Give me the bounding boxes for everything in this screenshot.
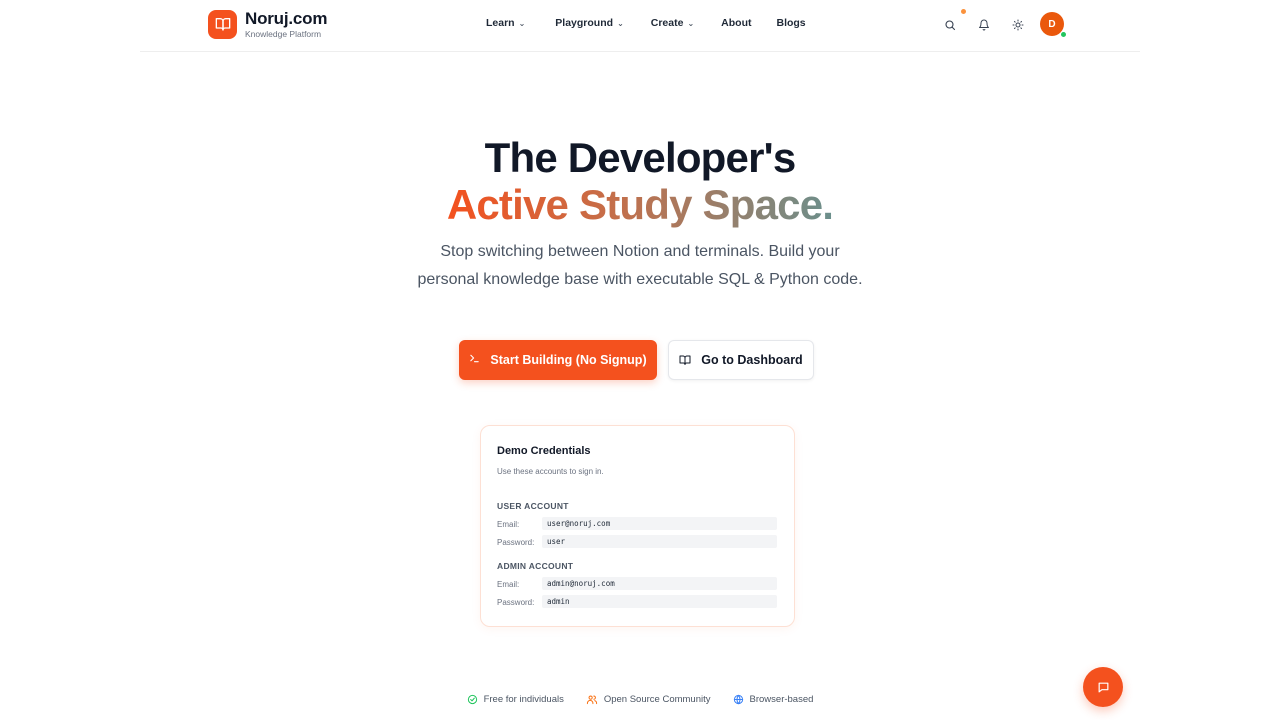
hero-title-line1: The Developer's: [484, 134, 797, 181]
feature-label: Browser-based: [749, 694, 814, 705]
online-status-indicator: [1060, 31, 1067, 38]
nav-item-label: Learn: [486, 17, 515, 29]
user-password-value[interactable]: user: [542, 535, 777, 548]
admin-email-value[interactable]: admin@noruj.com: [542, 577, 777, 590]
nav-item-label: Create: [650, 17, 684, 29]
book-open-icon: [208, 9, 237, 39]
nav-item-label: About: [721, 17, 752, 29]
nav-item-about[interactable]: About: [721, 17, 751, 29]
user-email-label: Email:: [497, 520, 520, 529]
hero-title-line2: Active Study Space.: [0, 181, 1280, 229]
feature-label: Free for individuals: [483, 694, 564, 705]
hero-title-gradient-text: Active Study Space.: [446, 181, 834, 228]
chat-icon: [1098, 682, 1108, 692]
start-building-button[interactable]: Start Building (No Signup): [459, 340, 657, 380]
users-icon: [586, 695, 597, 705]
user-password-label: Password:: [497, 538, 535, 547]
chevron-down-icon: ⌄: [617, 18, 624, 28]
nav-item-playground[interactable]: Playground ⌄: [555, 17, 623, 29]
start-building-label: Start Building (No Signup): [490, 353, 647, 367]
admin-account-heading: ADMIN ACCOUNT: [497, 561, 574, 571]
book-open-icon: [679, 354, 691, 366]
search-icon[interactable]: [941, 16, 959, 34]
chat-button[interactable]: [1083, 667, 1123, 707]
admin-password-value[interactable]: admin: [542, 595, 777, 608]
main-nav: Learn ⌄ Playground ⌄ Create ⌄ About Blog…: [486, 17, 806, 29]
site-header: Noruj.com Knowledge Platform Learn ⌄ Pla…: [140, 0, 1140, 52]
hero-subtitle: Stop switching between Notion and termin…: [417, 243, 863, 288]
nav-item-label: Blogs: [776, 17, 806, 29]
feature-item-free: Free for individuals: [467, 694, 564, 705]
demo-credentials-card: Demo Credentials Use these accounts to s…: [480, 425, 795, 627]
card-description: Use these accounts to sign in.: [497, 467, 604, 476]
feature-label: Open Source Community: [603, 694, 711, 705]
go-to-dashboard-label: Go to Dashboard: [701, 353, 803, 367]
nav-item-learn[interactable]: Learn ⌄: [486, 17, 525, 29]
chevron-down-icon: ⌄: [518, 18, 526, 28]
go-to-dashboard-button[interactable]: Go to Dashboard: [668, 340, 814, 380]
brand-subtitle: Knowledge Platform: [245, 29, 322, 39]
header-actions: D: [940, 9, 1070, 39]
check-circle-icon: [467, 694, 477, 705]
bell-icon[interactable]: [975, 16, 993, 34]
terminal-icon: [469, 353, 480, 367]
notification-dot: [961, 9, 966, 14]
admin-email-label: Email:: [497, 580, 520, 589]
feature-item-browser: Browser-based: [733, 694, 814, 705]
feature-item-community: Open Source Community: [586, 694, 711, 705]
admin-password-label: Password:: [497, 598, 535, 607]
card-title: Demo Credentials: [497, 445, 591, 457]
user-email-value[interactable]: user@noruj.com: [542, 517, 777, 530]
sun-icon[interactable]: [1009, 16, 1027, 34]
globe-icon: [733, 694, 743, 705]
nav-item-label: Playground: [555, 17, 614, 29]
brand[interactable]: Noruj.com Knowledge Platform: [208, 9, 327, 39]
nav-item-create[interactable]: Create ⌄: [651, 17, 694, 29]
chevron-down-icon: ⌄: [687, 18, 695, 28]
brand-name: Noruj.com: [245, 9, 328, 28]
user-account-heading: USER ACCOUNT: [497, 501, 569, 511]
nav-item-blogs[interactable]: Blogs: [776, 17, 805, 29]
